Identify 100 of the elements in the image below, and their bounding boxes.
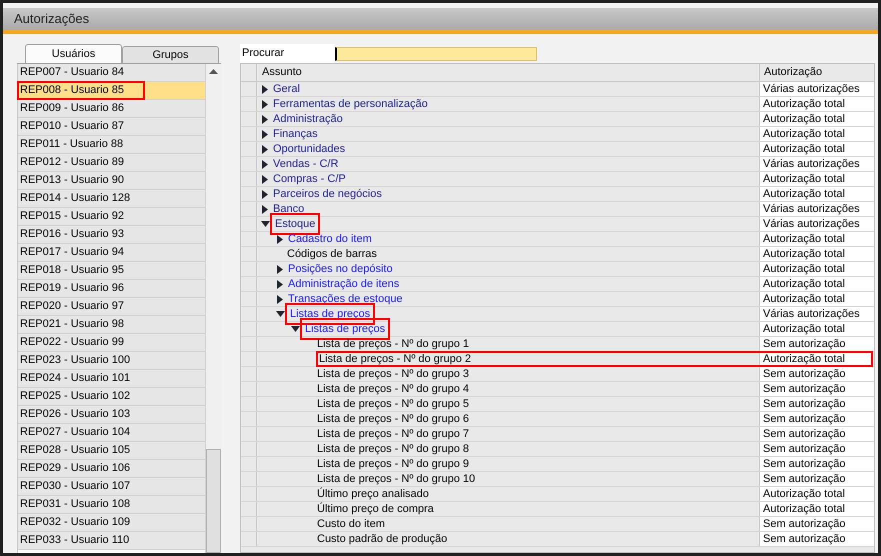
tree-node-label[interactable]: Estoque	[273, 216, 318, 232]
tree-node-label[interactable]: Listas de preços	[303, 320, 388, 338]
user-name: REP032 - Usuario 109	[19, 515, 132, 530]
tab[interactable]: Grupos	[122, 46, 219, 63]
user-list-item[interactable]: REP017 - Usuario 94	[18, 244, 205, 262]
user-list-item[interactable]: REP032 - Usuario 109	[18, 514, 205, 532]
authorization-cell: Sem autorização	[760, 517, 874, 531]
authorization-cell: Sem autorização	[760, 382, 874, 396]
user-name: REP027 - Usuario 104	[19, 425, 132, 440]
tree-node-label[interactable]: Finanças	[273, 126, 318, 142]
user-list-item[interactable]: REP031 - Usuario 108	[18, 496, 205, 514]
tree-node-label[interactable]: Oportunidades	[273, 140, 346, 158]
user-list-item[interactable]: REP008 - Usuario 85	[18, 82, 205, 100]
authorization-cell: Várias autorizações	[760, 202, 874, 216]
user-name: REP026 - Usuario 103	[19, 407, 132, 422]
tree-node-label[interactable]: Geral	[273, 80, 300, 98]
tree-node-label[interactable]: Posições no depósito	[288, 260, 393, 278]
user-list-item[interactable]: REP028 - Usuario 105	[18, 442, 205, 460]
user-name: REP015 - Usuario 92	[19, 209, 125, 224]
authorization-cell: Várias autorizações	[760, 217, 874, 231]
user-list-item[interactable]: REP020 - Usuario 97	[18, 298, 205, 316]
user-list-item[interactable]: REP025 - Usuario 102	[18, 388, 205, 406]
tree-node-label[interactable]: Compras - C/P	[273, 170, 346, 188]
collapsed-triangle-icon[interactable]	[262, 114, 268, 124]
user-list-item[interactable]: REP015 - Usuario 92	[18, 208, 205, 226]
authorization-cell: Sem autorização	[760, 472, 874, 486]
tree-node-label[interactable]: Transações de estoque	[288, 290, 403, 308]
authorization-cell: Autorização total	[760, 292, 874, 306]
collapsed-triangle-icon[interactable]	[262, 190, 268, 198]
user-list-item[interactable]: REP030 - Usuario 107	[18, 478, 205, 496]
user-name: REP014 - Usuario 128	[19, 191, 132, 206]
authorization-cell: Autorização total	[760, 247, 874, 261]
user-name: REP009 - Usuario 86	[19, 101, 125, 116]
expanded-triangle-icon[interactable]	[276, 311, 285, 317]
user-list-item[interactable]: REP029 - Usuario 106	[18, 460, 205, 478]
authorization-cell: Sem autorização	[760, 337, 874, 351]
tab[interactable]: Usuários	[25, 44, 122, 63]
user-list-item[interactable]: REP013 - Usuario 90	[18, 172, 205, 190]
collapsed-triangle-icon[interactable]	[262, 204, 268, 214]
authorization-cell: Autorização total	[760, 187, 874, 201]
user-list-item[interactable]: REP012 - Usuario 89	[18, 154, 205, 172]
user-list-item[interactable]: REP016 - Usuario 93	[18, 226, 205, 244]
authorization-cell: Autorização total	[760, 322, 874, 336]
tree-node-label[interactable]: Administração de itens	[288, 276, 400, 292]
collapsed-triangle-icon[interactable]	[262, 174, 268, 184]
collapsed-triangle-icon[interactable]	[262, 130, 268, 138]
authorization-cell: Autorização total	[760, 97, 874, 111]
authorization-cell: Autorização total	[760, 487, 874, 501]
scrollbar[interactable]	[205, 64, 221, 553]
authorization-cell: Várias autorizações	[760, 157, 874, 171]
tree-node-label[interactable]: Banco	[273, 200, 304, 218]
collapsed-triangle-icon[interactable]	[262, 144, 268, 154]
user-name: REP018 - Usuario 95	[19, 263, 125, 278]
tree-node-label[interactable]: Parceiros de negócios	[273, 186, 382, 202]
tree-node-label[interactable]: Ferramentas de personalização	[273, 96, 428, 112]
user-name: REP021 - Usuario 98	[19, 317, 125, 332]
user-list-item[interactable]: REP033 - Usuario 110	[18, 532, 205, 550]
user-name: REP030 - Usuario 107	[19, 479, 132, 494]
user-name: REP011 - Usuario 88	[19, 137, 124, 152]
column-header[interactable]: Assunto	[257, 64, 760, 81]
collapsed-triangle-icon[interactable]	[277, 264, 283, 274]
user-name: REP007 - Usuario 84	[19, 65, 125, 80]
search-field[interactable]	[335, 46, 537, 60]
user-list-item[interactable]: REP010 - Usuario 87	[18, 118, 205, 136]
user-list-item[interactable]: REP014 - Usuario 128	[18, 190, 205, 208]
user-list-item[interactable]: REP024 - Usuario 101	[18, 370, 205, 388]
tree-node-label[interactable]: Administração	[273, 110, 343, 128]
scrollbar-thumb[interactable]	[206, 449, 221, 553]
user-list-item[interactable]: REP026 - Usuario 103	[18, 406, 205, 424]
user-list-item[interactable]: REP018 - Usuario 95	[18, 262, 205, 280]
user-list-item[interactable]: REP027 - Usuario 104	[18, 424, 205, 442]
user-list-item[interactable]: REP019 - Usuario 96	[18, 280, 205, 298]
authorization-cell: Autorização total	[760, 262, 874, 276]
user-list-item[interactable]: REP007 - Usuario 84	[18, 64, 205, 82]
expanded-triangle-icon[interactable]	[291, 326, 300, 332]
collapsed-triangle-icon[interactable]	[277, 294, 283, 304]
authorization-cell: Autorização total	[760, 112, 874, 126]
authorization-cell: Sem autorização	[760, 532, 874, 546]
user-name: REP017 - Usuario 94	[19, 245, 125, 260]
authorization-cell: Autorização total	[760, 502, 874, 516]
user-name: REP016 - Usuario 93	[19, 227, 125, 242]
collapsed-triangle-icon[interactable]	[262, 100, 268, 108]
tree-node-label[interactable]: Vendas - C/R	[273, 156, 338, 172]
user-list-item[interactable]: REP022 - Usuario 99	[18, 334, 205, 352]
expanded-triangle-icon[interactable]	[261, 221, 270, 227]
authorization-cell: Autorização total	[760, 352, 872, 366]
authorization-cell: Autorização total	[760, 172, 874, 186]
user-list-item[interactable]: REP021 - Usuario 98	[18, 316, 205, 334]
collapsed-triangle-icon[interactable]	[262, 160, 268, 168]
user-name: REP029 - Usuario 106	[19, 461, 132, 476]
collapsed-triangle-icon[interactable]	[262, 84, 268, 94]
tree-node-label[interactable]: Listas de preços	[288, 306, 372, 322]
collapsed-triangle-icon[interactable]	[277, 234, 283, 244]
tree-node-label[interactable]: Cadastro do item	[288, 230, 372, 248]
authorization-cell: Sem autorização	[760, 397, 874, 411]
user-list-item[interactable]: REP011 - Usuario 88	[18, 136, 205, 154]
user-list-item[interactable]: REP009 - Usuario 86	[18, 100, 205, 118]
column-header[interactable]: Autorização	[760, 64, 874, 81]
user-list-item[interactable]: REP023 - Usuario 100	[18, 352, 205, 370]
collapsed-triangle-icon[interactable]	[277, 280, 283, 288]
